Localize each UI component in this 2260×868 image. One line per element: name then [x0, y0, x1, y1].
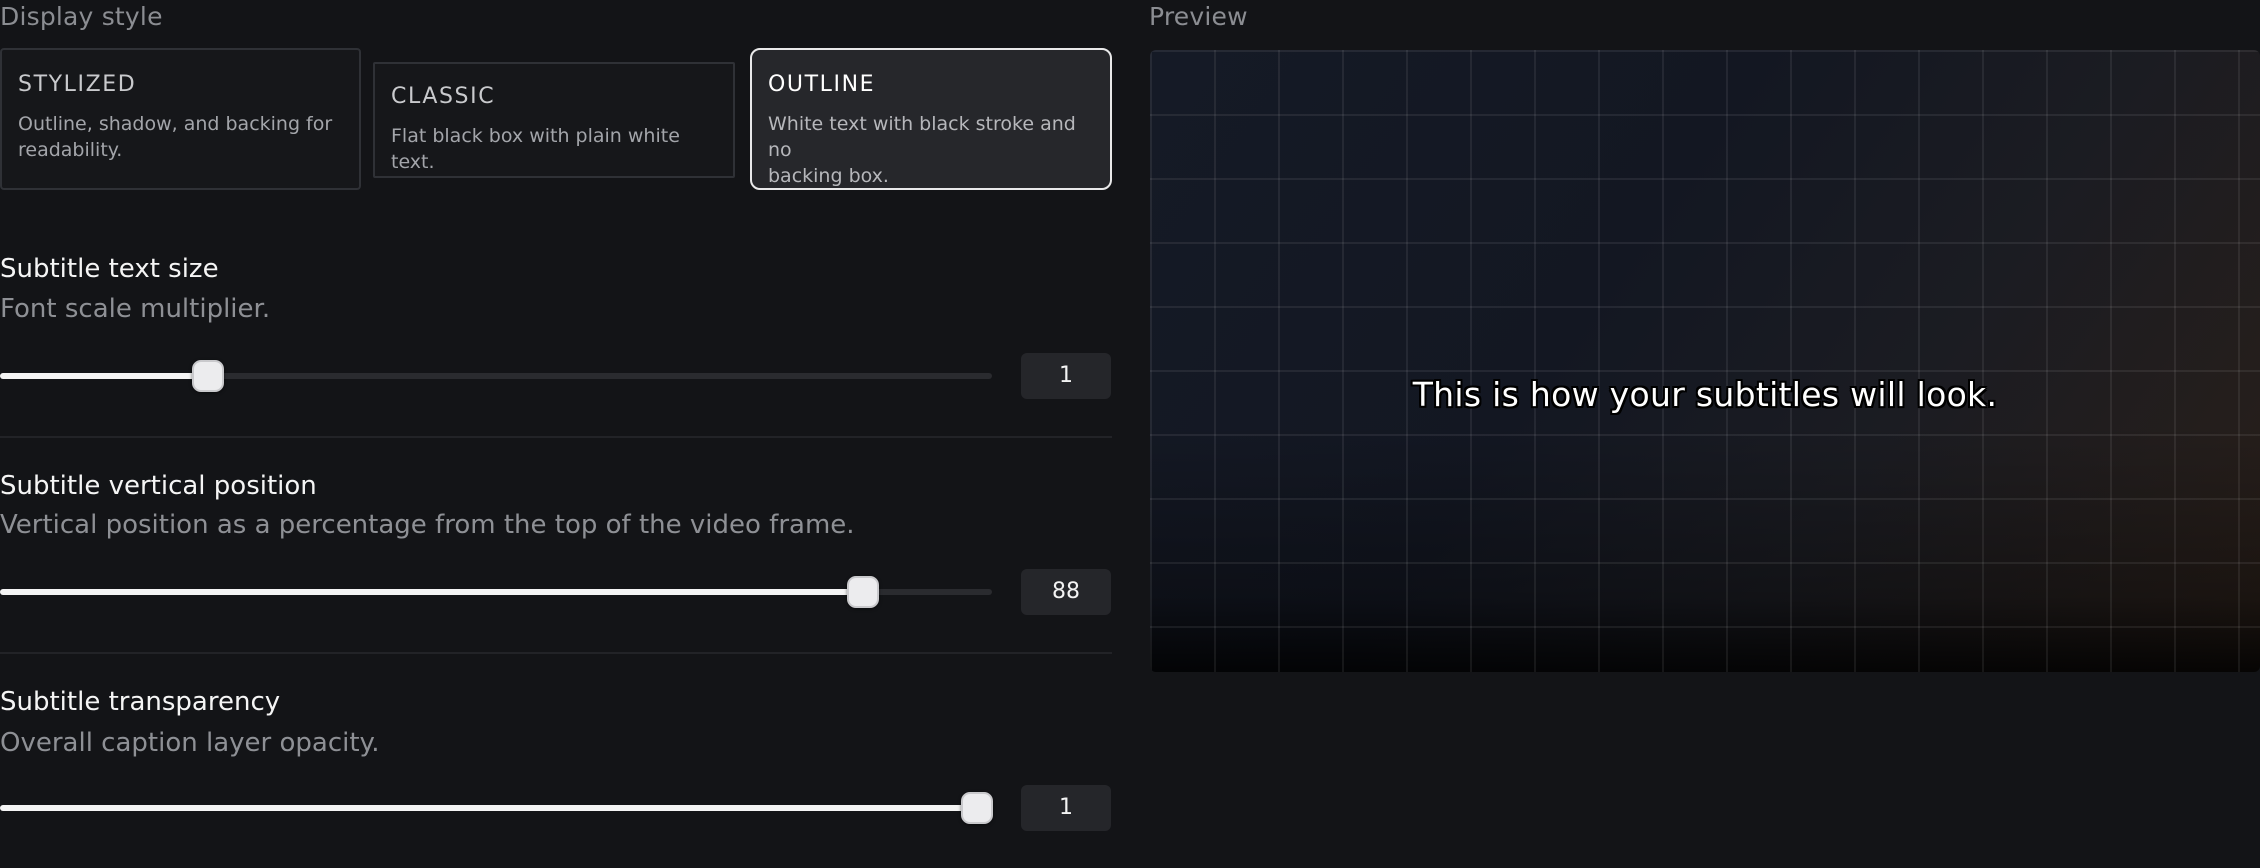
vertical-position-slider[interactable]: [0, 572, 992, 612]
transparency-value-input[interactable]: [1021, 785, 1111, 831]
slider-fill: [0, 373, 209, 379]
text-size-slider[interactable]: [0, 356, 992, 396]
style-option-title: CLASSIC: [391, 84, 496, 109]
transparency-slider[interactable]: [0, 788, 994, 828]
style-option-description: backing box.: [768, 165, 889, 187]
display-style-options: STYLIZED Outline, shadow, and backing fo…: [0, 48, 1112, 193]
slider-fill: [0, 805, 978, 811]
preview-label: Preview: [1149, 2, 1248, 31]
subtitle-settings-panel: Display style STYLIZED Outline, shadow, …: [0, 0, 2260, 868]
vertical-position-value-input[interactable]: [1021, 569, 1111, 615]
slider-thumb[interactable]: [847, 576, 880, 608]
style-option-classic[interactable]: CLASSIC Flat black box with plain white …: [373, 62, 735, 178]
style-option-stylized[interactable]: STYLIZED Outline, shadow, and backing fo…: [0, 48, 361, 190]
preview-subtitle-text: This is how your subtitles will look.: [1412, 375, 1998, 414]
transparency-title: Subtitle transparency: [0, 687, 281, 717]
transparency-description: Overall caption layer opacity.: [0, 728, 380, 758]
text-size-value-input[interactable]: [1021, 353, 1111, 399]
style-option-title: OUTLINE: [768, 72, 876, 97]
style-option-outline[interactable]: OUTLINE White text with black stroke and…: [750, 48, 1112, 190]
vertical-position-title: Subtitle vertical position: [0, 471, 317, 501]
settings-column: Display style STYLIZED Outline, shadow, …: [0, 0, 1112, 868]
subtitle-preview: This is how your subtitles will look.: [1150, 50, 2260, 672]
style-option-description: White text with black stroke and no: [768, 113, 1076, 161]
slider-fill: [0, 589, 864, 595]
style-option-description: Flat black box with plain white text.: [391, 125, 680, 173]
style-option-description: Outline, shadow, and backing for: [18, 113, 333, 135]
slider-thumb[interactable]: [961, 792, 994, 824]
preview-grid-background: [1150, 50, 2260, 672]
text-size-description: Font scale multiplier.: [0, 294, 271, 324]
display-style-label: Display style: [0, 2, 163, 31]
divider: [0, 436, 1112, 438]
vertical-position-description: Vertical position as a percentage from t…: [0, 510, 855, 540]
style-option-description: readability.: [18, 139, 123, 161]
style-option-title: STYLIZED: [18, 72, 137, 97]
text-size-title: Subtitle text size: [0, 254, 219, 284]
slider-thumb[interactable]: [192, 360, 225, 392]
divider: [0, 652, 1112, 654]
